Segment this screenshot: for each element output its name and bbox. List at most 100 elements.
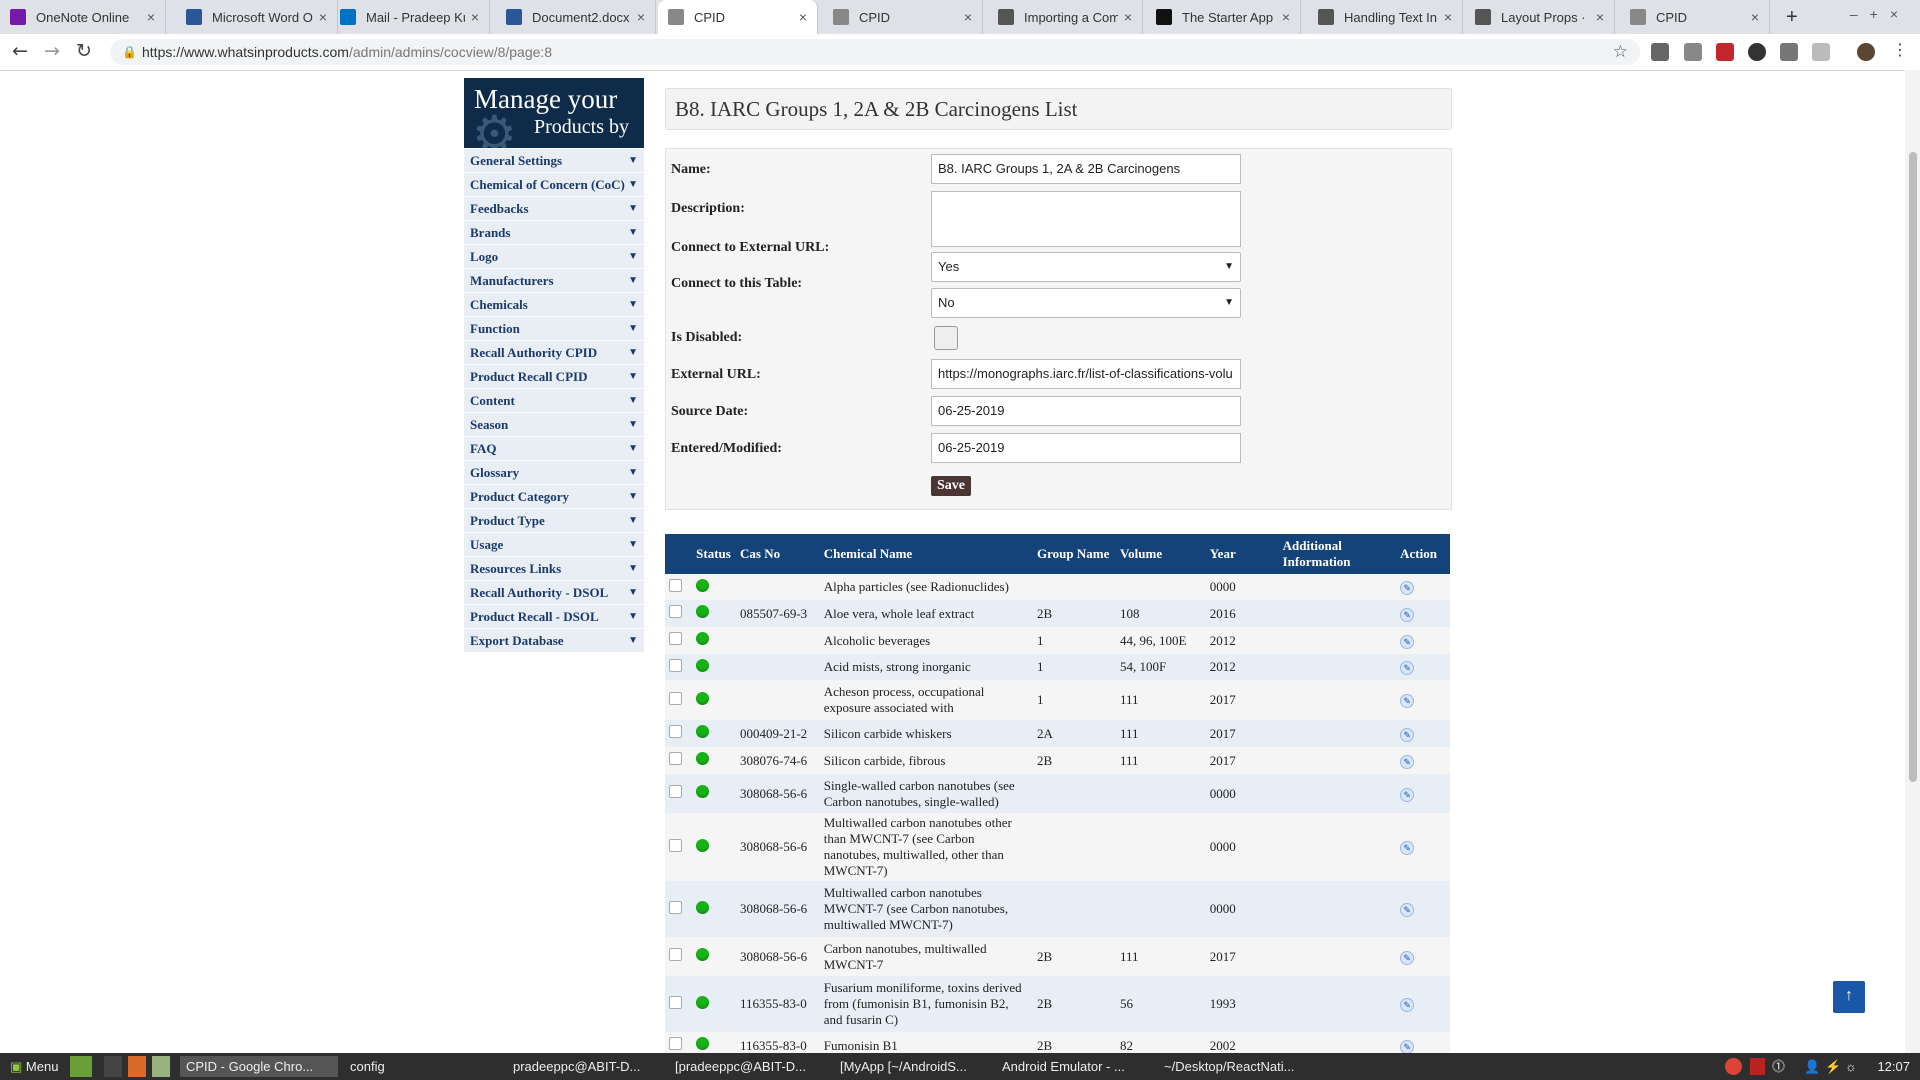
notification-tray-icon[interactable]: ⓵ bbox=[1772, 1053, 1785, 1080]
edit-icon[interactable]: ✎ bbox=[1400, 998, 1415, 1012]
close-tab-icon[interactable]: × bbox=[471, 9, 479, 25]
name-field[interactable]: B8. IARC Groups 1, 2A & 2B Carcinogens bbox=[931, 154, 1241, 184]
sidebar-item[interactable]: Chemical of Concern (CoC) ▼ bbox=[464, 173, 644, 197]
taskbar-window-button[interactable]: [MyApp [~/AndroidS... bbox=[834, 1056, 990, 1077]
firefox-icon[interactable] bbox=[128, 1056, 146, 1077]
sidebar-item[interactable]: Resources Links ▼ bbox=[464, 557, 644, 581]
browser-tab[interactable]: Importing a Com × bbox=[988, 0, 1143, 34]
edit-icon[interactable]: ✎ bbox=[1400, 581, 1415, 595]
sidebar-item[interactable]: Function ▼ bbox=[464, 317, 644, 341]
table-row[interactable]: 308068-56-6 Multiwalled carbon nanotubes … bbox=[665, 813, 1450, 881]
row-checkbox[interactable] bbox=[669, 632, 682, 645]
row-checkbox[interactable] bbox=[669, 838, 682, 852]
table-row[interactable]: 000409-21-2 Silicon carbide whiskers 2A 111… bbox=[665, 720, 1450, 747]
close-tab-icon[interactable]: × bbox=[319, 9, 327, 25]
is-disabled-checkbox[interactable] bbox=[934, 326, 958, 350]
sidebar-item[interactable]: Season ▼ bbox=[464, 413, 644, 437]
extension-download-icon[interactable] bbox=[1684, 43, 1702, 61]
edit-icon[interactable]: ✎ bbox=[1400, 661, 1415, 675]
browser-tab[interactable]: Document2.docx × bbox=[496, 0, 656, 34]
row-checkbox[interactable] bbox=[669, 605, 682, 618]
edit-icon[interactable]: ✎ bbox=[1400, 950, 1415, 965]
extension-counter-icon[interactable] bbox=[1716, 43, 1734, 61]
external-url-field[interactable]: https://monographs.iarc.fr/list-of-class… bbox=[931, 359, 1241, 389]
url-input[interactable]: 🔒 https://www.whatsinproducts.com/admin/… bbox=[110, 39, 1640, 65]
extension-puzzle-icon[interactable] bbox=[1812, 43, 1830, 61]
source-date-field[interactable]: 06-25-2019 bbox=[931, 396, 1241, 426]
row-checkbox[interactable] bbox=[669, 658, 682, 672]
edit-icon[interactable]: ✎ bbox=[1400, 787, 1415, 802]
page-scrollbar[interactable] bbox=[1905, 70, 1920, 1053]
table-row[interactable]: 308068-56-6 Single-walled carbon nanotube… bbox=[665, 774, 1450, 813]
sidebar-item[interactable]: Chemicals ▼ bbox=[464, 293, 644, 317]
browser-tab[interactable]: Layout Props · Re × bbox=[1465, 0, 1615, 34]
close-tab-icon[interactable]: × bbox=[1444, 9, 1452, 25]
edit-icon[interactable]: ✎ bbox=[1400, 634, 1415, 649]
row-checkbox[interactable] bbox=[669, 948, 682, 961]
table-row[interactable]: Alcoholic beverages 1 44, 96, 100E 2012 ✎ bbox=[665, 627, 1450, 654]
save-button[interactable]: Save bbox=[931, 476, 971, 496]
close-tab-icon[interactable]: × bbox=[1751, 9, 1759, 25]
taskbar-window-button[interactable]: pradeeppc@ABIT-D... bbox=[507, 1056, 663, 1077]
sidebar-item[interactable]: Product Category ▼ bbox=[464, 485, 644, 509]
edit-icon[interactable]: ✎ bbox=[1400, 903, 1415, 917]
browser-menu-icon[interactable]: ⋮ bbox=[1892, 40, 1908, 59]
new-tab-button[interactable]: + bbox=[1786, 6, 1798, 29]
taskbar-window-button[interactable]: config bbox=[344, 1056, 501, 1077]
browser-tab[interactable]: OneNote Online × bbox=[0, 0, 166, 34]
forward-icon[interactable]: → bbox=[44, 40, 60, 62]
column-header[interactable]: Volume bbox=[1115, 534, 1206, 574]
scroll-to-top-button[interactable]: ↑ bbox=[1833, 981, 1865, 1013]
edit-icon[interactable]: ✎ bbox=[1400, 841, 1415, 855]
taskbar-window-button[interactable]: Android Emulator - ... bbox=[996, 1056, 1152, 1077]
sidebar-item[interactable]: Recall Authority - DSOL ▼ bbox=[464, 581, 644, 605]
column-header[interactable]: Year bbox=[1205, 534, 1279, 574]
sidebar-item[interactable]: General Settings ▼ bbox=[464, 149, 644, 173]
close-tab-icon[interactable]: × bbox=[799, 9, 807, 25]
column-header[interactable]: Status bbox=[692, 534, 737, 574]
sidebar-item[interactable]: Manufacturers ▼ bbox=[464, 269, 644, 293]
reload-icon[interactable]: ↻ bbox=[76, 40, 92, 62]
column-header[interactable]: Action bbox=[1396, 534, 1450, 574]
profile-avatar[interactable] bbox=[1857, 43, 1875, 61]
brightness-tray-icon[interactable]: ☼ bbox=[1845, 1053, 1857, 1080]
taskbar-window-button[interactable]: [pradeeppc@ABIT-D... bbox=[669, 1056, 828, 1077]
browser-tab[interactable]: The Starter App × bbox=[1146, 0, 1301, 34]
table-row[interactable]: Acid mists, strong inorganic 1 54, 100F 201… bbox=[665, 654, 1450, 680]
close-tab-icon[interactable]: × bbox=[637, 9, 645, 25]
row-checkbox[interactable] bbox=[669, 785, 682, 798]
edit-icon[interactable]: ✎ bbox=[1400, 607, 1415, 622]
row-checkbox[interactable] bbox=[669, 995, 682, 1009]
close-tab-icon[interactable]: × bbox=[1596, 9, 1604, 25]
connect-external-select[interactable]: Yes ▼ bbox=[931, 252, 1241, 282]
network-tray-icon[interactable]: ⚡ bbox=[1825, 1053, 1841, 1080]
terminal-icon[interactable] bbox=[104, 1056, 122, 1077]
start-menu-button[interactable]: ▣ Menu bbox=[4, 1056, 64, 1077]
window-controls[interactable]: –+× bbox=[1850, 6, 1910, 22]
edit-icon[interactable]: ✎ bbox=[1400, 727, 1415, 742]
column-header[interactable]: Cas No bbox=[736, 534, 820, 574]
sidebar-item[interactable]: Feedbacks ▼ bbox=[464, 197, 644, 221]
row-checkbox[interactable] bbox=[669, 752, 682, 765]
browser-tab[interactable]: Handling Text In × bbox=[1308, 0, 1463, 34]
sidebar-item[interactable]: Logo ▼ bbox=[464, 245, 644, 269]
description-textarea[interactable] bbox=[931, 191, 1241, 247]
bookmark-star-icon[interactable]: ☆ bbox=[1613, 39, 1628, 65]
sidebar-item[interactable]: FAQ ▼ bbox=[464, 437, 644, 461]
edit-icon[interactable]: ✎ bbox=[1400, 754, 1415, 769]
taskbar-window-button[interactable]: ~/Desktop/ReactNati... bbox=[1158, 1056, 1318, 1077]
browser-tab[interactable]: CPID × bbox=[1620, 0, 1770, 34]
extension-code-icon[interactable] bbox=[1780, 43, 1798, 61]
column-header[interactable]: Additional Information bbox=[1278, 534, 1397, 574]
table-row[interactable]: Acheson process, occupational exposure a… bbox=[665, 680, 1450, 720]
chrome-tray-icon[interactable] bbox=[1725, 1058, 1742, 1075]
shield-tray-icon[interactable] bbox=[1750, 1058, 1765, 1075]
extension-shield-icon[interactable] bbox=[1651, 43, 1669, 61]
edit-icon[interactable]: ✎ bbox=[1400, 1039, 1415, 1054]
row-checkbox[interactable] bbox=[669, 578, 682, 592]
sidebar-item[interactable]: Glossary ▼ bbox=[464, 461, 644, 485]
close-tab-icon[interactable]: × bbox=[1282, 9, 1290, 25]
column-header[interactable]: Group Name bbox=[1033, 534, 1116, 574]
close-tab-icon[interactable]: × bbox=[1124, 9, 1132, 25]
column-header[interactable] bbox=[665, 534, 693, 574]
